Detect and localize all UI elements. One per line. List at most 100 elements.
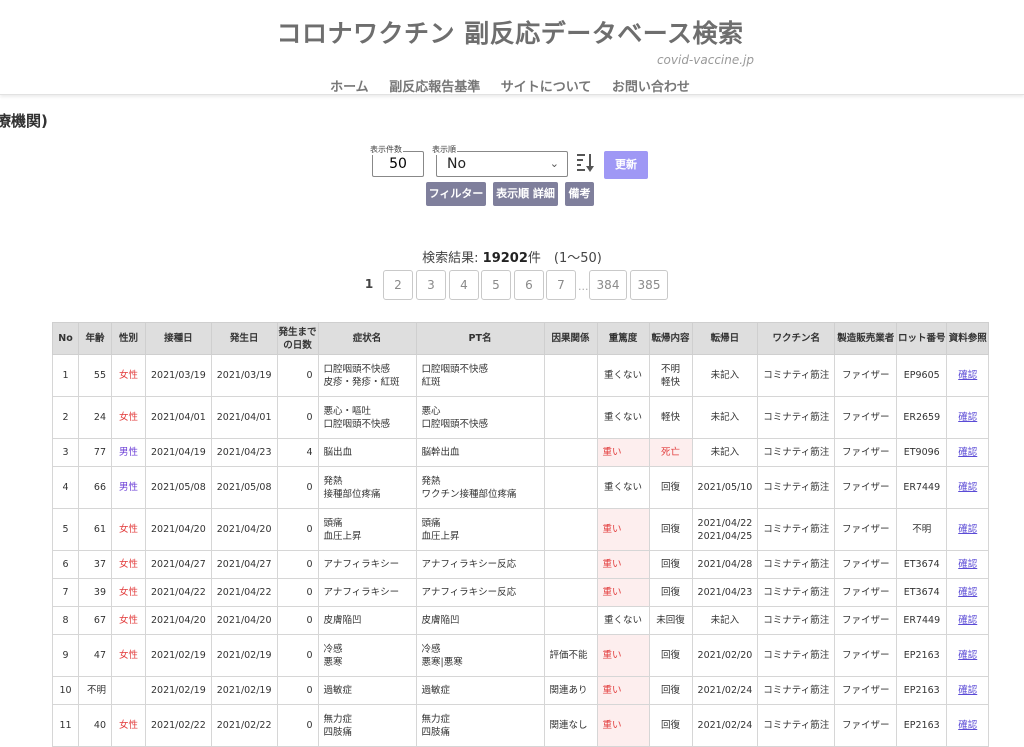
col-header-no: No [52,322,79,355]
page-heading: 療機関) [0,112,48,130]
cell-lot: 不明 [896,508,948,551]
cell-reference: 確認 [946,704,990,747]
page-link[interactable]: 5 [481,270,511,300]
col-header-onset-date: 発生日 [210,322,278,355]
update-button[interactable]: 更新 [604,151,648,179]
table-row: 2 24 女性 2021/04/01 2021/04/01 0 悪心・嘔吐 口腔咽頭不快感 悪心… [52,396,990,439]
sort-direction-icon[interactable] [577,153,595,173]
reference-link[interactable]: 確認 [958,650,977,661]
results-table: No 年齢 性別 接種日 発生日 発生まで の日数 症状名 PT名 因果関係 重篤度 転帰内容 転帰日ワ… [52,322,990,747]
page-link[interactable]: 6 [514,270,544,300]
cell-age: 不明 [78,676,112,705]
cell-sex: 女性 [111,354,146,397]
cell-age: 39 [78,578,112,607]
reference-link[interactable]: 確認 [958,370,977,381]
count-input[interactable] [373,152,423,176]
cell-vaccine: コミナティ筋注 [757,606,836,635]
cell-sex: 女性 [111,634,146,677]
notes-button[interactable]: 備考 [565,182,594,206]
order-select[interactable]: 表示順 No ⌄ [431,144,568,177]
cell-vaccine: コミナティ筋注 [757,438,836,467]
cell-severity: 重くない [596,354,650,397]
cell-age: 66 [78,466,112,509]
cell-severity: 重い [596,704,650,747]
nav-home[interactable]: ホーム [330,80,369,95]
col-header-symptom: 症状名 [317,322,417,355]
reference-link[interactable]: 確認 [958,615,977,626]
cell-no: 9 [52,634,79,677]
page-link[interactable]: 2 [383,270,413,300]
cell-no: 10 [52,676,79,705]
cell-pt-name: 無力症 四肢痛 [415,704,545,747]
page-link[interactable]: 3 [416,270,446,300]
reference-link[interactable]: 確認 [958,559,977,570]
cell-outcome-date: 2021/02/24 [691,704,759,747]
site-title[interactable]: コロナワクチン 副反応データベース検索 [0,14,1020,50]
reference-link[interactable]: 確認 [958,412,977,423]
cell-lot: ET3674 [896,550,948,579]
cell-outcome: 未回復 [648,606,693,635]
cell-onset-date: 2021/04/01 [210,396,278,439]
table-row: 3 77 男性 2021/04/19 2021/04/23 4 脳出血 脳幹出血 重い 死亡 未記入… [52,438,990,467]
cell-vaccine: コミナティ筋注 [757,396,836,439]
cell-pt-name: アナフィラキシー反応 [415,550,545,579]
page-link[interactable]: 7 [546,270,576,300]
reference-link[interactable]: 確認 [958,524,977,535]
reference-link[interactable]: 確認 [958,587,977,598]
cell-days: 0 [276,634,319,677]
cell-causality [543,466,598,509]
cell-pt-name: 口腔咽頭不快感 紅斑 [415,354,545,397]
filter-button[interactable]: フィルター [426,182,486,206]
cell-lot: EP2163 [896,704,948,747]
cell-lot: ER2659 [896,396,948,439]
cell-no: 3 [52,438,79,467]
table-row: 11 40 女性 2021/02/22 2021/02/22 0 無力症 四肢痛 無力症 四肢痛関… [52,704,990,747]
cell-no: 4 [52,466,79,509]
cell-symptom: 口腔咽頭不快感 皮疹・発疹・紅斑 [317,354,417,397]
cell-maker: ファイザー [834,676,898,705]
cell-causality [543,550,598,579]
reference-link[interactable]: 確認 [958,482,977,493]
cell-age: 37 [78,550,112,579]
cell-no: 5 [52,508,79,551]
page-link[interactable]: 384 [589,270,627,300]
cell-vaccination-date: 2021/02/19 [145,676,212,705]
col-header-vaccine: ワクチン名 [757,322,836,355]
cell-vaccine: コミナティ筋注 [757,704,836,747]
cell-pt-name: 過敏症 [415,676,545,705]
cell-days: 0 [276,466,319,509]
page-link[interactable]: 385 [630,270,668,300]
cell-symptom: アナフィラキシー [317,550,417,579]
cell-days: 0 [276,578,319,607]
page-current: 1 [355,270,383,298]
cell-reference: 確認 [946,438,990,467]
reference-link[interactable]: 確認 [958,685,977,696]
cell-maker: ファイザー [834,466,898,509]
cell-reference: 確認 [946,676,990,705]
site-domain: covid-vaccine.jp [656,53,754,67]
cell-age: 47 [78,634,112,677]
page-link[interactable]: 4 [449,270,479,300]
cell-pt-name: 頭痛 血圧上昇 [415,508,545,551]
cell-lot: EP9605 [896,354,948,397]
cell-reference: 確認 [946,550,990,579]
cell-outcome: 回復 [648,578,693,607]
col-header-vaccination-date: 接種日 [145,322,212,355]
order-detail-button[interactable]: 表示順 詳細 [493,182,558,206]
cell-reference: 確認 [946,508,990,551]
cell-severity: 重くない [596,606,650,635]
cell-outcome-date: 未記入 [691,354,759,397]
cell-outcome: 不明 軽快 [648,354,693,397]
cell-onset-date: 2021/02/22 [210,704,278,747]
cell-reference: 確認 [946,578,990,607]
cell-severity: 重い [596,634,650,677]
cell-lot: ER7449 [896,606,948,635]
nav-contact[interactable]: お問い合わせ [612,80,690,95]
reference-link[interactable]: 確認 [958,720,977,731]
cell-onset-date: 2021/04/22 [210,578,278,607]
count-field[interactable]: 表示件数 [369,144,424,177]
nav-criteria[interactable]: 副反応報告基準 [389,80,480,95]
cell-vaccination-date: 2021/04/20 [145,508,212,551]
nav-about[interactable]: サイトについて [501,80,592,95]
reference-link[interactable]: 確認 [958,447,977,458]
